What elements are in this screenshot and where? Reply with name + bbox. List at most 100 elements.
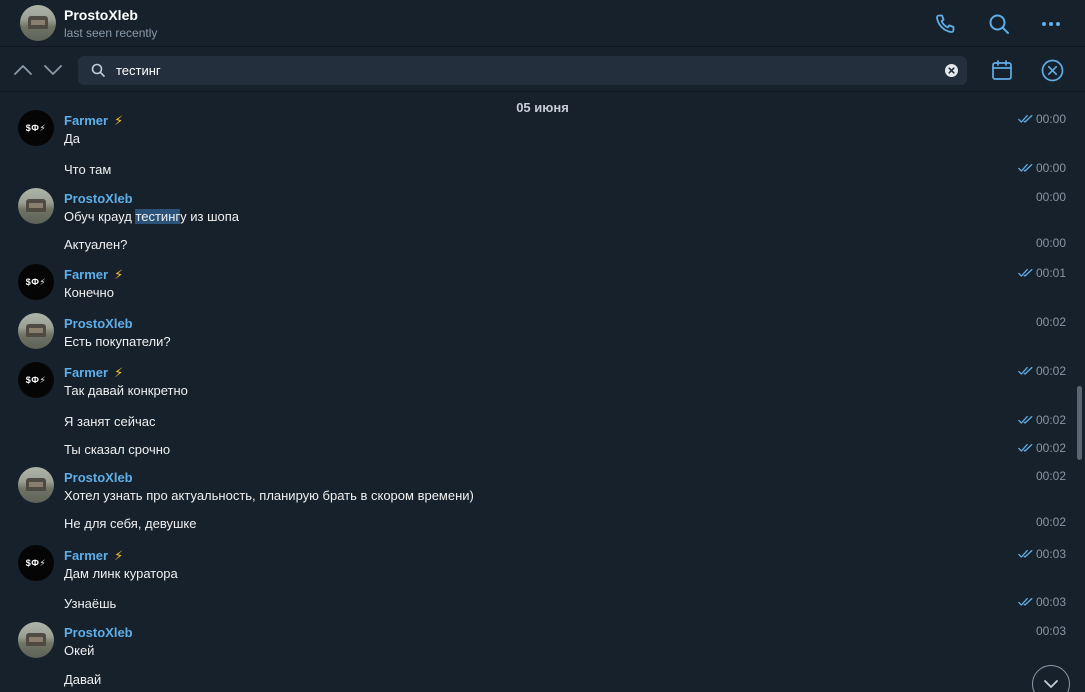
message-text: Дам линк куратора (64, 566, 178, 581)
chevron-down-icon[interactable] (43, 60, 63, 80)
sender-name[interactable]: ProstoXleb (64, 191, 133, 206)
message-text: Да (64, 131, 81, 146)
message-text: Ты сказал срочно (64, 442, 171, 457)
message-text: Давай (64, 672, 102, 687)
double-check-icon (1018, 163, 1033, 172)
sender-name[interactable]: Farmer ⚡ (64, 113, 123, 129)
message-meta: 00:00 (1036, 190, 1066, 204)
message-meta: 00:02 (1036, 469, 1066, 483)
message-meta: 00:02 (1018, 441, 1066, 455)
chat-window: ProstoXleb last seen recently тестинг 05… (0, 0, 1085, 692)
chat-avatar[interactable] (20, 5, 56, 41)
sender-name-text: Farmer (64, 113, 109, 128)
avatar[interactable]: $Ф⚡ (18, 545, 54, 581)
chevron-up-icon[interactable] (13, 60, 33, 80)
lightning-icon: ⚡ (114, 365, 124, 380)
phone-icon[interactable] (933, 11, 959, 37)
message-meta: 00:02 (1018, 413, 1066, 427)
double-check-icon (1018, 443, 1033, 452)
scrollbar[interactable] (1077, 386, 1082, 460)
message-meta: 00:03 (1018, 595, 1066, 609)
avatar[interactable]: $Ф⚡ (18, 264, 54, 300)
sender-name-text: ProstoXleb (64, 316, 133, 331)
message-time: 00:01 (1035, 266, 1066, 280)
message-meta: 00:02 (1036, 315, 1066, 329)
sender-name[interactable]: ProstoXleb (64, 470, 133, 485)
search-icon[interactable] (986, 11, 1012, 37)
search-icon (91, 63, 105, 82)
message-meta: 00:00 (1036, 236, 1066, 250)
double-check-icon (1018, 268, 1033, 277)
sender-name[interactable]: ProstoXleb (64, 316, 133, 331)
message-text: Узнаёшь (64, 596, 117, 611)
avatar[interactable]: $Ф⚡ (18, 110, 54, 146)
search-input[interactable] (116, 56, 936, 85)
clear-search-icon[interactable] (945, 64, 958, 77)
close-icon[interactable] (1040, 58, 1064, 82)
sender-name[interactable]: ProstoXleb (64, 625, 133, 640)
chevron-down-icon (1044, 680, 1058, 688)
message-meta: 00:02 (1018, 364, 1066, 378)
message-time: 00:02 (1035, 315, 1066, 329)
date-separator: 05 июня (516, 100, 569, 115)
more-icon[interactable] (1038, 11, 1064, 37)
message-time: 00:03 (1035, 547, 1066, 561)
double-check-icon (1018, 114, 1033, 123)
search-bar (0, 48, 1085, 92)
message-time: 00:00 (1035, 190, 1066, 204)
double-check-icon (1018, 366, 1033, 375)
message-time: 00:00 (1035, 112, 1066, 126)
message-time: 00:03 (1035, 595, 1066, 609)
message-time: 00:03 (1035, 624, 1066, 638)
message-time: 00:02 (1035, 364, 1066, 378)
avatar[interactable] (18, 622, 54, 658)
avatar[interactable] (18, 467, 54, 503)
message-list[interactable]: 05 июня $Ф⚡ Farmer ⚡ Да 00:00 Что там 00:00 Pro… (0, 93, 1078, 692)
message-text: Актуален? (64, 237, 128, 252)
sender-name[interactable]: Farmer ⚡ (64, 365, 123, 381)
message-text: Я занят сейчас (64, 414, 156, 429)
chat-status: last seen recently (64, 26, 158, 40)
sender-name-text: Farmer (64, 267, 109, 282)
chat-header: ProstoXleb last seen recently (0, 0, 1085, 47)
message-meta: 00:01 (1018, 266, 1066, 280)
search-highlight: тестинг (135, 209, 181, 224)
message-time: 00:00 (1035, 236, 1066, 250)
message-text: Так давай конкретно (64, 383, 188, 398)
message-text: Обуч крауд тестингу из шопа (64, 209, 239, 224)
message-time: 00:02 (1035, 441, 1066, 455)
double-check-icon (1018, 549, 1033, 558)
message-time: 00:00 (1035, 161, 1066, 175)
search-field[interactable] (78, 56, 967, 85)
sender-name[interactable]: Farmer ⚡ (64, 267, 123, 283)
lightning-icon: ⚡ (114, 113, 124, 128)
message-meta: 00:03 (1036, 624, 1066, 638)
message-meta: 00:03 (1018, 547, 1066, 561)
message-time: 00:02 (1035, 413, 1066, 427)
message-meta: 00:02 (1036, 515, 1066, 529)
lightning-icon: ⚡ (114, 267, 124, 282)
message-text: Не для себя, девушке (64, 516, 197, 531)
chat-title[interactable]: ProstoXleb (64, 7, 138, 23)
message-text: Хотел узнать про актуальность, планирую … (64, 488, 474, 503)
sender-name-text: ProstoXleb (64, 470, 133, 485)
message-meta: 00:00 (1018, 112, 1066, 126)
sender-name-text: Farmer (64, 365, 109, 380)
avatar[interactable]: $Ф⚡ (18, 362, 54, 398)
double-check-icon (1018, 415, 1033, 424)
lightning-icon: ⚡ (114, 548, 124, 563)
message-text: Есть покупатели? (64, 334, 171, 349)
double-check-icon (1018, 597, 1033, 606)
sender-name-text: ProstoXleb (64, 191, 133, 206)
sender-name-text: Farmer (64, 548, 109, 563)
message-time: 00:02 (1035, 515, 1066, 529)
avatar[interactable] (18, 313, 54, 349)
avatar[interactable] (18, 188, 54, 224)
message-meta: 00:00 (1018, 161, 1066, 175)
message-time: 00:02 (1035, 469, 1066, 483)
message-text: Конечно (64, 285, 114, 300)
message-text: Что там (64, 162, 112, 177)
calendar-icon[interactable] (990, 58, 1014, 82)
message-text: Окей (64, 643, 95, 658)
sender-name[interactable]: Farmer ⚡ (64, 548, 123, 564)
